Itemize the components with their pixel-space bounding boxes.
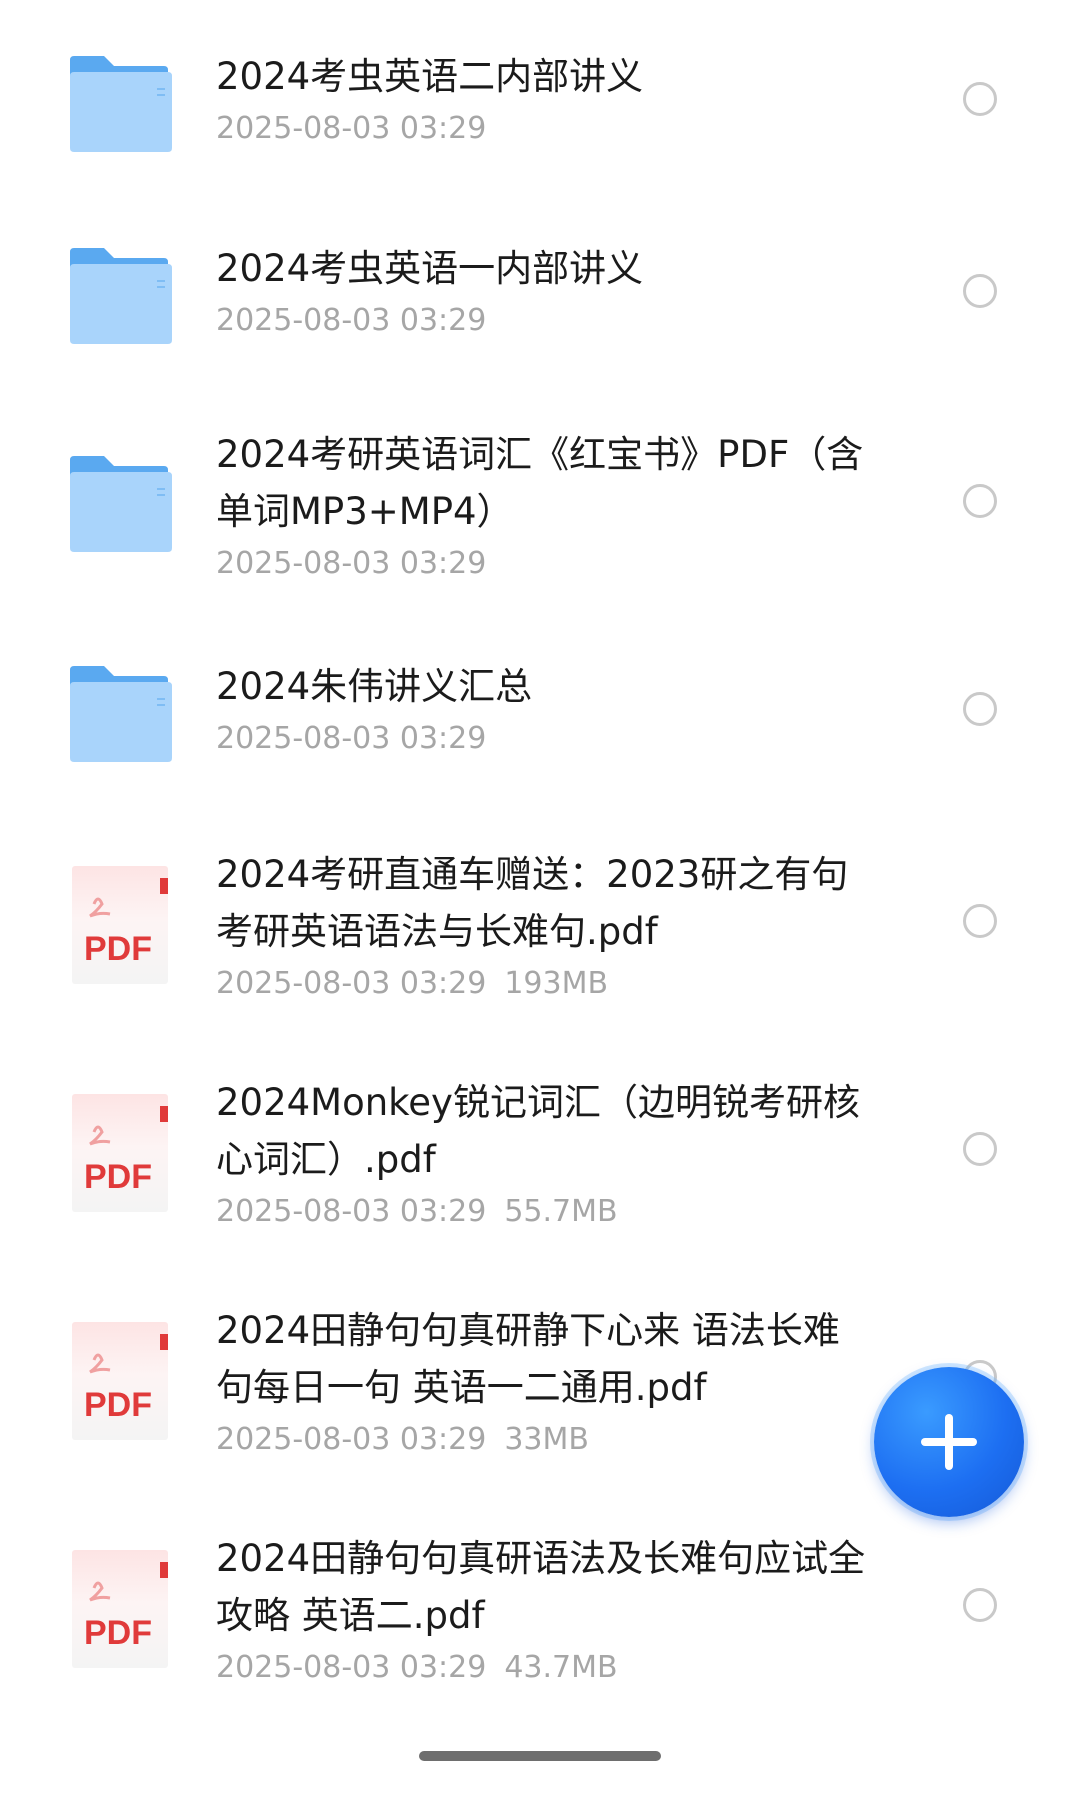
folder-icon xyxy=(64,244,176,348)
file-name: 2024考研直通车赠送：2023研之有句 考研英语语法与长难句.pdf xyxy=(216,853,849,953)
file-meta: 2025-08-03 03:29 193MB xyxy=(216,964,876,1004)
folder-icon xyxy=(64,662,176,766)
pdf-icon: PDF xyxy=(64,1320,176,1440)
list-item[interactable]: PDF 2024Monkey锐记词汇（边明锐考研核心词汇）.pdf 2025-0… xyxy=(0,1068,1080,1268)
list-item[interactable]: 2024考虫英语一内部讲义 2025-08-03 03:29 xyxy=(0,232,1080,392)
list-item[interactable]: 2024考虫英语二内部讲义 2025-08-03 03:29 xyxy=(0,40,1080,200)
list-item[interactable]: PDF 2024考研直通车赠送：2023研之有句 考研英语语法与长难句.pdf … xyxy=(0,840,1080,1040)
select-radio[interactable] xyxy=(963,82,997,116)
file-meta: 2025-08-03 03:29 43.7MB xyxy=(216,1648,876,1688)
select-radio[interactable] xyxy=(963,904,997,938)
file-name: 2024考虫英语一内部讲义 xyxy=(216,247,644,290)
file-date: 2025-08-03 03:29 xyxy=(216,1194,487,1229)
file-meta: 2025-08-03 03:29 33MB xyxy=(216,1420,876,1460)
file-meta: 2025-08-03 03:29 55.7MB xyxy=(216,1192,876,1232)
add-button[interactable] xyxy=(874,1367,1024,1517)
file-date: 2025-08-03 03:29 xyxy=(216,1650,487,1685)
file-date: 2025-08-03 03:29 xyxy=(216,303,487,338)
file-name: 2024田静句句真研语法及长难句应试全攻略 英语二.pdf xyxy=(216,1537,866,1637)
file-size: 33MB xyxy=(504,1422,589,1457)
pdf-icon: PDF xyxy=(64,864,176,984)
list-item[interactable]: 2024考研英语词汇《红宝书》PDF（含单词MP3+MP4） 2025-08-0… xyxy=(0,420,1080,620)
pdf-label: PDF xyxy=(84,1614,152,1652)
plus-icon xyxy=(921,1414,977,1470)
folder-icon xyxy=(64,52,176,156)
select-radio[interactable] xyxy=(963,484,997,518)
file-date: 2025-08-03 03:29 xyxy=(216,1422,487,1457)
pdf-icon: PDF xyxy=(64,1548,176,1668)
select-radio[interactable] xyxy=(963,1132,997,1166)
list-item[interactable]: PDF 2024田静句句真研语法及长难句应试全攻略 英语二.pdf 2025-0… xyxy=(0,1524,1080,1724)
file-meta: 2025-08-03 03:29 xyxy=(216,301,876,341)
select-radio[interactable] xyxy=(963,274,997,308)
pdf-label: PDF xyxy=(84,1386,152,1424)
select-radio[interactable] xyxy=(963,692,997,726)
home-indicator[interactable] xyxy=(419,1751,661,1761)
file-size: 55.7MB xyxy=(504,1194,618,1229)
file-meta: 2025-08-03 03:29 xyxy=(216,544,876,584)
file-size: 43.7MB xyxy=(504,1650,618,1685)
file-name: 2024Monkey锐记词汇（边明锐考研核心词汇）.pdf xyxy=(216,1081,860,1181)
file-name: 2024田静句句真研静下心来 语法长难句每日一句 英语一二通用.pdf xyxy=(216,1309,840,1409)
file-name: 2024朱伟讲义汇总 xyxy=(216,665,533,708)
file-date: 2025-08-03 03:29 xyxy=(216,966,487,1001)
file-meta: 2025-08-03 03:29 xyxy=(216,109,876,149)
file-date: 2025-08-03 03:29 xyxy=(216,721,487,756)
folder-icon xyxy=(64,452,176,556)
pdf-label: PDF xyxy=(84,1158,152,1196)
select-radio[interactable] xyxy=(963,1588,997,1622)
file-meta: 2025-08-03 03:29 xyxy=(216,719,876,759)
file-date: 2025-08-03 03:29 xyxy=(216,546,487,581)
file-name: 2024考研英语词汇《红宝书》PDF（含单词MP3+MP4） xyxy=(216,433,864,533)
pdf-label: PDF xyxy=(84,930,152,968)
pdf-icon: PDF xyxy=(64,1092,176,1212)
list-item[interactable]: 2024朱伟讲义汇总 2025-08-03 03:29 xyxy=(0,650,1080,810)
file-date: 2025-08-03 03:29 xyxy=(216,111,487,146)
file-size: 193MB xyxy=(504,966,609,1001)
file-name: 2024考虫英语二内部讲义 xyxy=(216,55,644,98)
